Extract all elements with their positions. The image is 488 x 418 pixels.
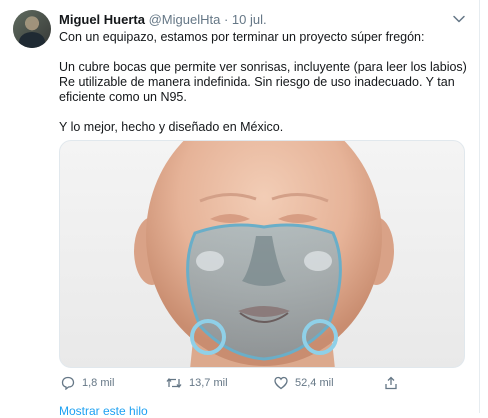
tweet-line: Re utilizable de manera indefinida. Sin … [59,75,455,89]
tweet-line: Y lo mejor, hecho y diseñado en México. [59,120,284,134]
share-button[interactable] [384,374,398,392]
retweet-icon [166,377,182,389]
tweet-actions: 1,8 mil 13,7 mil 52,4 mil [59,374,459,392]
chevron-down-icon[interactable] [452,12,466,24]
tweet-line: Un cubre bocas que permite ver sonrisas,… [59,60,467,74]
reply-count: 1,8 mil [82,377,115,389]
separator-dot: · [223,12,229,27]
reply-button[interactable]: 1,8 mil [61,374,114,392]
reply-icon [61,376,75,390]
retweet-count: 13,7 mil [189,377,228,389]
retweet-button[interactable]: 13,7 mil [166,374,228,392]
like-button[interactable]: 52,4 mil [274,374,334,392]
tweet-media-image[interactable] [59,140,465,368]
tweet-text: Con un equipazo, estamos por terminar un… [59,30,469,135]
author-handle[interactable]: @MiguelHta [149,12,221,27]
tweet-line: Con un equipazo, estamos por terminar un… [59,30,425,44]
tweet-card[interactable]: Miguel Huerta @MiguelHta · 10 jul. Con u… [0,0,480,418]
heart-icon [274,376,288,390]
share-icon [385,376,397,390]
tweet-line: eficiente como un N95. [59,90,187,104]
tweet-header: Miguel Huerta @MiguelHta · 10 jul. [59,11,459,29]
tweet-date[interactable]: 10 jul. [232,12,267,27]
show-thread-link[interactable]: Mostrar este hilo [59,404,148,418]
author-name[interactable]: Miguel Huerta [59,12,145,27]
like-count: 52,4 mil [295,377,334,389]
mask-render-illustration [134,141,394,367]
avatar[interactable] [13,10,51,48]
